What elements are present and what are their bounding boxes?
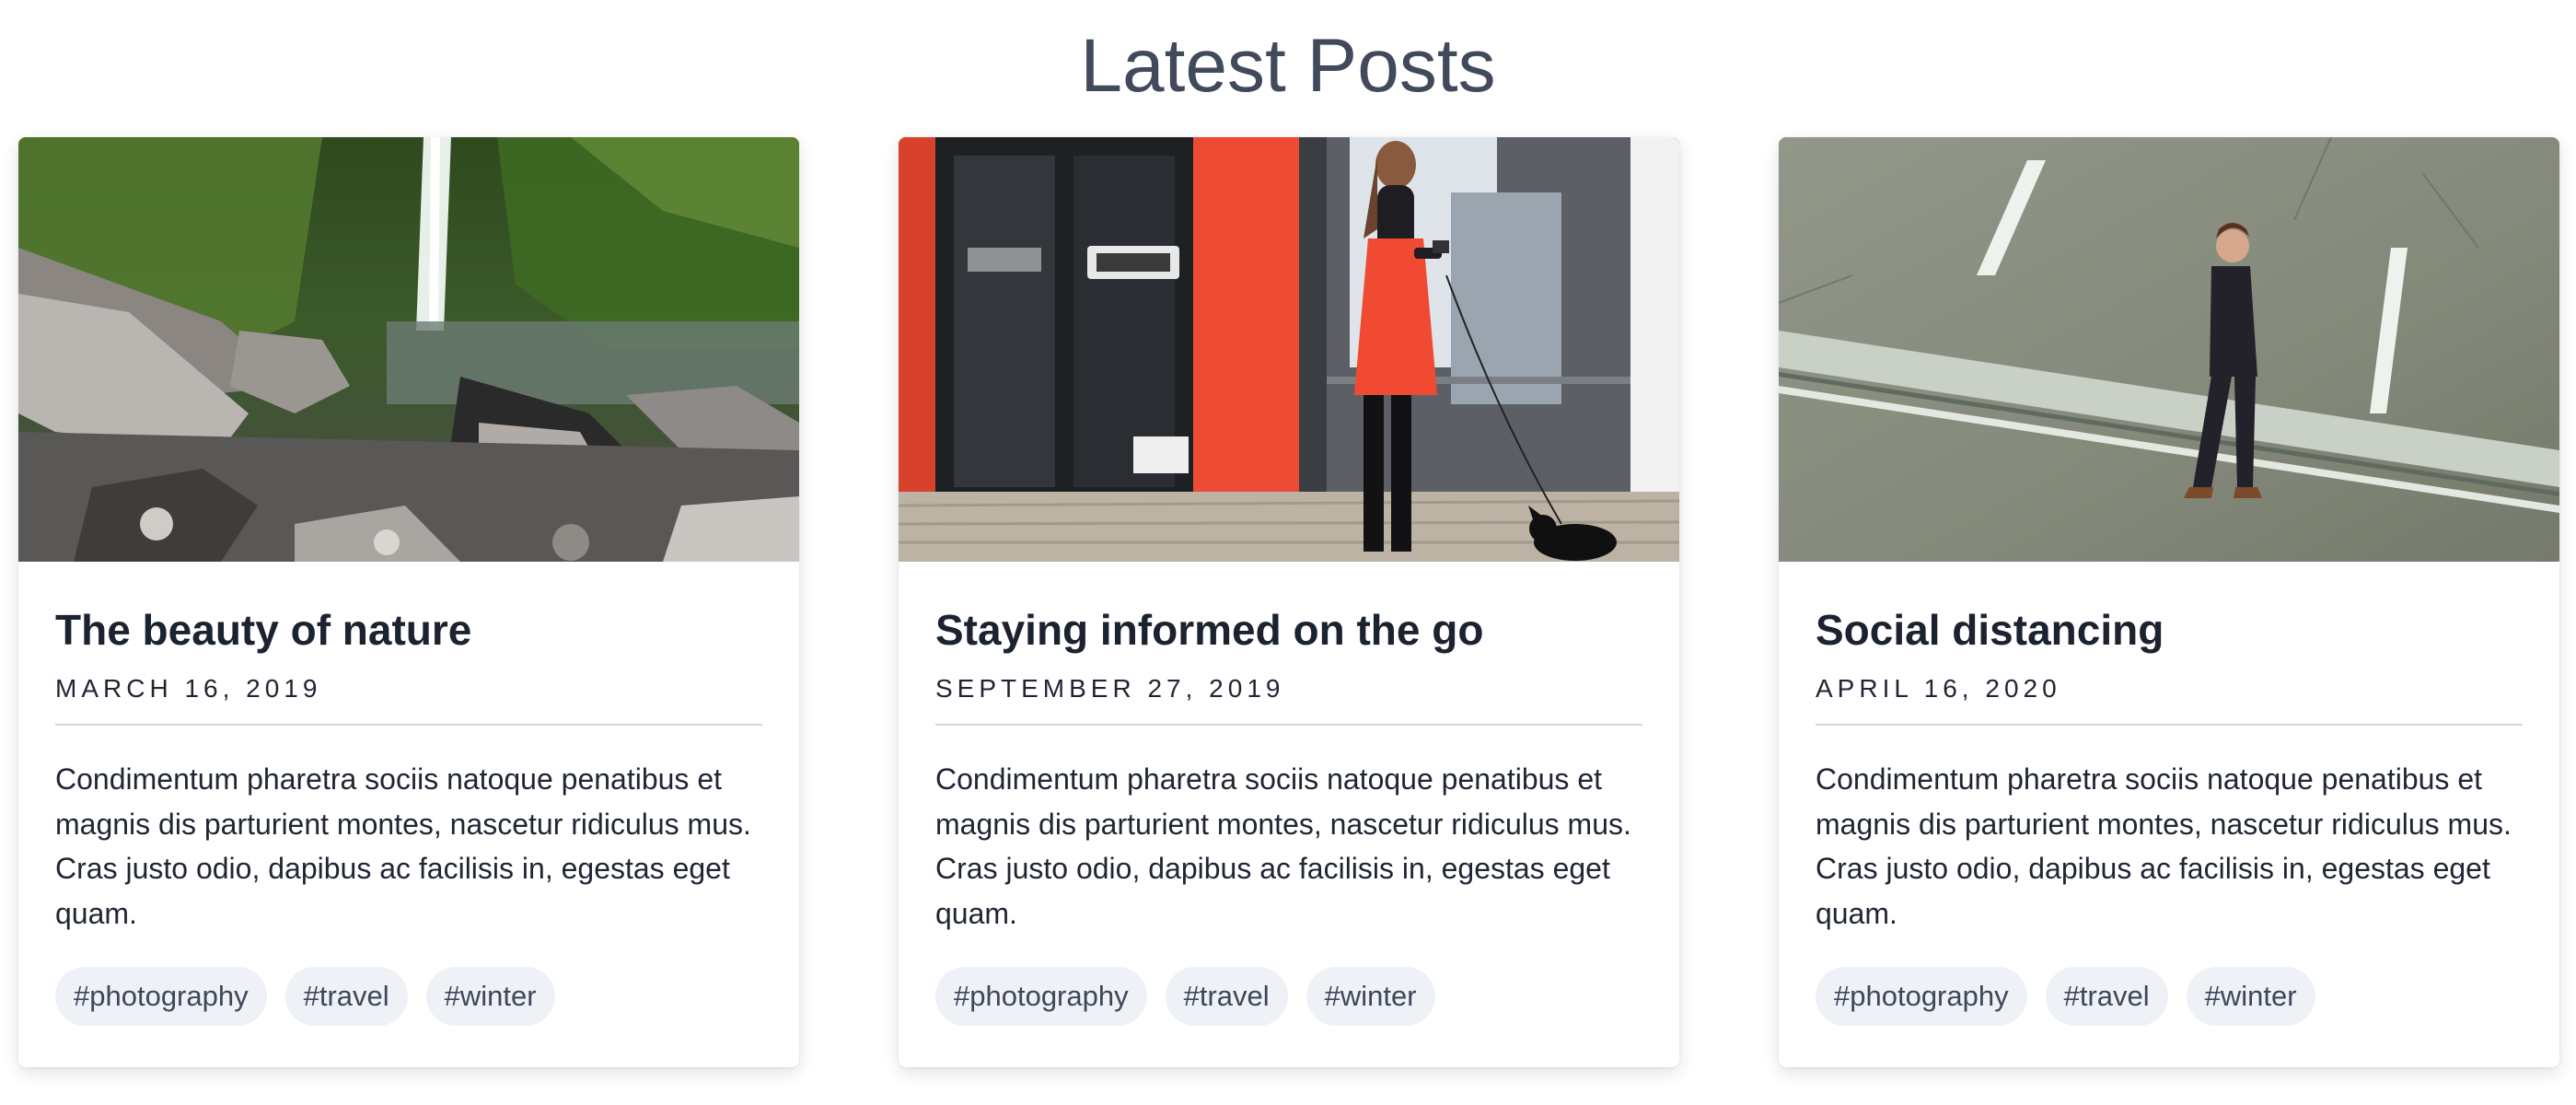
tag-photography[interactable]: #photography (1816, 967, 2027, 1026)
page-title: Latest Posts (1080, 24, 1496, 108)
post-date: SEPTEMBER 27, 2019 (935, 672, 1642, 726)
post-card-body: Social distancing APRIL 16, 2020 Condime… (1779, 562, 2559, 1026)
post-excerpt: Condimentum pharetra sociis natoque pena… (1816, 762, 2512, 930)
woman-with-phone-and-dog-photo[interactable] (899, 137, 1679, 562)
tag-travel[interactable]: #travel (284, 967, 408, 1026)
post-card-body: Staying informed on the go SEPTEMBER 27,… (899, 562, 1679, 1026)
tag-photography[interactable]: #photography (935, 967, 1147, 1026)
post-title[interactable]: Staying informed on the go (935, 562, 1642, 656)
tag-list: #photography #travel #winter (55, 967, 762, 1026)
tag-winter[interactable]: #winter (425, 967, 555, 1026)
post-excerpt: Condimentum pharetra sociis natoque pena… (55, 762, 751, 930)
tag-photography[interactable]: #photography (55, 967, 267, 1026)
post-card[interactable]: The beauty of nature MARCH 16, 2019 Cond… (18, 137, 799, 1067)
tag-winter[interactable]: #winter (2186, 967, 2315, 1026)
post-card-body: The beauty of nature MARCH 16, 2019 Cond… (18, 562, 799, 1026)
post-title[interactable]: The beauty of nature (55, 562, 762, 656)
tag-travel[interactable]: #travel (1165, 967, 1288, 1026)
page: Latest Posts The beauty of nature MARCH … (0, 0, 2576, 1105)
waterfall-rocks-photo[interactable] (18, 137, 799, 562)
post-date: APRIL 16, 2020 (1816, 672, 2523, 726)
man-walking-on-street-photo[interactable] (1779, 137, 2559, 562)
post-card[interactable]: Staying informed on the go SEPTEMBER 27,… (899, 137, 1679, 1067)
tag-list: #photography #travel #winter (1816, 967, 2523, 1026)
tag-winter[interactable]: #winter (1305, 967, 1435, 1026)
tag-list: #photography #travel #winter (935, 967, 1642, 1026)
post-excerpt: Condimentum pharetra sociis natoque pena… (935, 762, 1631, 930)
post-grid: The beauty of nature MARCH 16, 2019 Cond… (18, 137, 2559, 1067)
post-title[interactable]: Social distancing (1816, 562, 2523, 656)
tag-travel[interactable]: #travel (2045, 967, 2168, 1026)
post-date: MARCH 16, 2019 (55, 672, 762, 726)
post-card[interactable]: Social distancing APRIL 16, 2020 Condime… (1779, 137, 2559, 1067)
